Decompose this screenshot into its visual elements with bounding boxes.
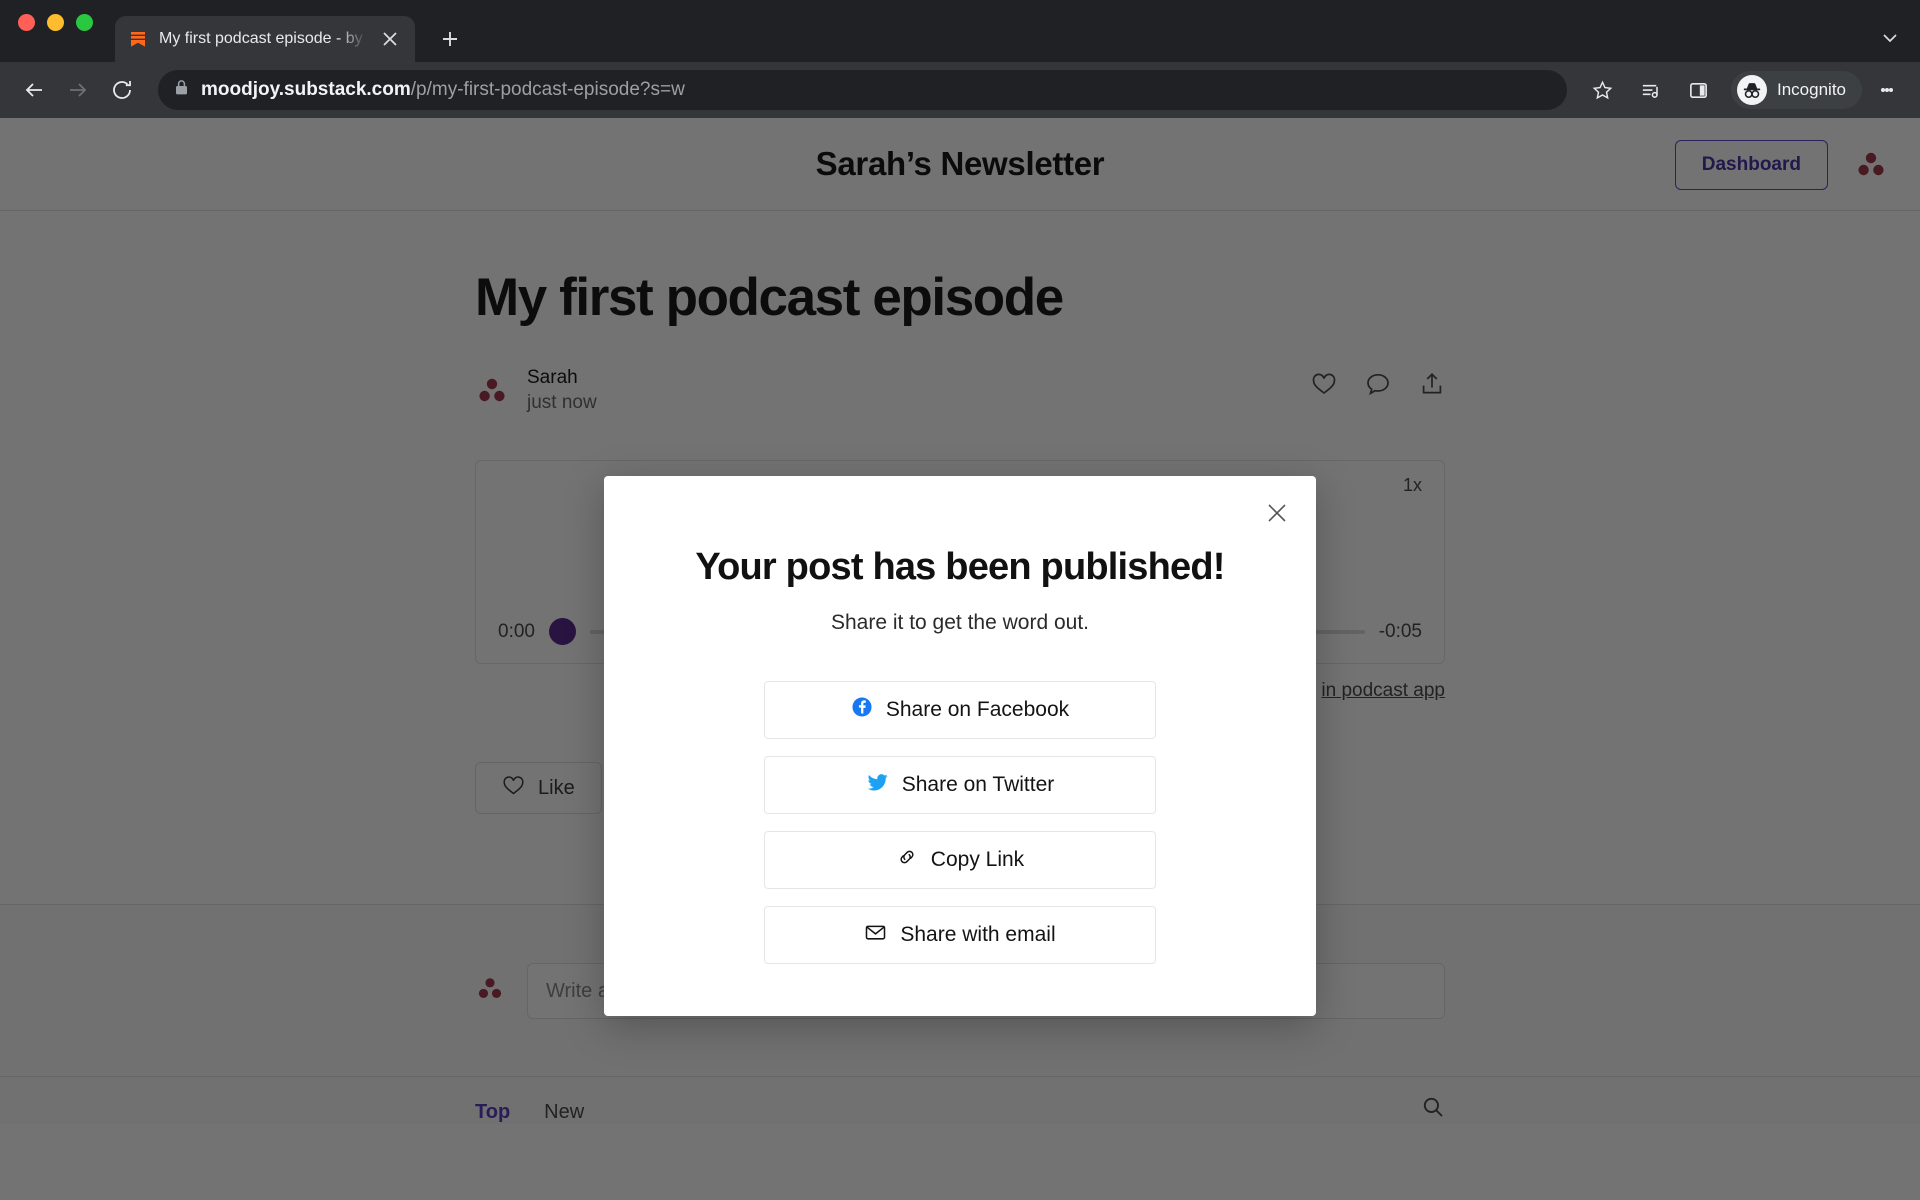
new-tab-button[interactable]	[437, 26, 463, 52]
incognito-label: Incognito	[1777, 80, 1846, 99]
address-bar-url: moodjoy.substack.com/p/my-first-podcast-…	[201, 79, 685, 101]
modal-subtitle: Share it to get the word out.	[831, 611, 1089, 634]
browser-window: My first podcast episode - by S moodjoy.…	[0, 0, 1920, 1200]
share-modal: Your post has been published! Share it t…	[604, 476, 1316, 1016]
toolbar-icon-group: Incognito	[1581, 69, 1906, 111]
url-domain: moodjoy.substack.com	[201, 79, 411, 100]
twitter-icon	[866, 771, 889, 800]
link-icon	[896, 846, 918, 874]
tab-title: My first podcast episode - by S	[159, 30, 367, 47]
back-arrow-icon[interactable]	[14, 70, 54, 110]
window-minimize-button[interactable]	[47, 13, 64, 31]
share-button-label: Share on Facebook	[885, 698, 1070, 721]
share-button-label: Copy Link	[930, 848, 1025, 871]
url-path: /p/my-first-podcast-episode?s=w	[410, 79, 685, 100]
browser-tab[interactable]: My first podcast episode - by S	[115, 16, 415, 62]
tab-close-icon[interactable]	[377, 26, 403, 52]
window-controls	[18, 0, 93, 62]
page-viewport: Sarah’s Newsletter Dashboard My first po…	[0, 118, 1920, 1200]
browser-toolbar: moodjoy.substack.com/p/my-first-podcast-…	[0, 62, 1920, 118]
lock-icon	[174, 79, 189, 101]
copy-link-button[interactable]: Copy Link	[764, 831, 1156, 889]
tabstrip-chevron-down-icon[interactable]	[1880, 28, 1900, 48]
side-panel-icon[interactable]	[1677, 69, 1719, 111]
share-on-twitter-button[interactable]: Share on Twitter	[764, 756, 1156, 814]
share-button-label: Share on Twitter	[901, 773, 1055, 796]
close-icon[interactable]	[1260, 496, 1294, 530]
incognito-icon	[1737, 75, 1767, 105]
envelope-icon	[864, 921, 887, 950]
facebook-icon	[851, 696, 873, 724]
substack-favicon-icon	[127, 28, 149, 50]
share-options-list: Share on Facebook Share on Twitter Copy …	[764, 681, 1156, 964]
reload-icon[interactable]	[102, 70, 142, 110]
kebab-menu-icon[interactable]	[1868, 69, 1906, 111]
tab-strip: My first podcast episode - by S	[0, 0, 1920, 62]
incognito-profile-button[interactable]: Incognito	[1731, 71, 1862, 109]
media-playlist-icon[interactable]	[1629, 69, 1671, 111]
window-close-button[interactable]	[18, 13, 35, 31]
forward-arrow-icon[interactable]	[58, 70, 98, 110]
modal-title: Your post has been published!	[695, 546, 1225, 588]
share-on-facebook-button[interactable]: Share on Facebook	[764, 681, 1156, 739]
star-icon[interactable]	[1581, 69, 1623, 111]
share-with-email-button[interactable]: Share with email	[764, 906, 1156, 964]
share-button-label: Share with email	[900, 923, 1056, 946]
window-maximize-button[interactable]	[76, 13, 93, 31]
address-bar[interactable]: moodjoy.substack.com/p/my-first-podcast-…	[158, 70, 1567, 110]
